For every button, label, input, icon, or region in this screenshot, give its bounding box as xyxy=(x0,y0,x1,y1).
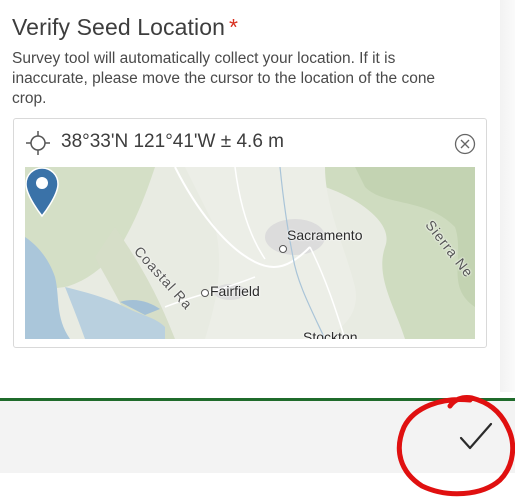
coordinates-row: 38°33'N 121°41'W ± 4.6 m xyxy=(14,119,486,165)
crosshair-icon[interactable] xyxy=(26,131,50,155)
map-background xyxy=(25,167,475,339)
question-title-text: Verify Seed Location xyxy=(12,14,225,40)
required-marker: * xyxy=(228,14,239,40)
coordinates-text: 38°33'N 121°41'W ± 4.6 m xyxy=(61,131,284,152)
map-label-sacramento: Sacramento xyxy=(287,227,363,243)
map-label-stockton: Stockton xyxy=(303,329,358,339)
question-title: Verify Seed Location * xyxy=(12,14,238,41)
fairfield-dot xyxy=(201,289,209,297)
question-card: Verify Seed Location * Survey tool will a… xyxy=(0,0,500,392)
sacramento-dot xyxy=(279,245,287,253)
footer-bar xyxy=(0,401,515,473)
map-label-fairfield: Fairfield xyxy=(210,283,260,299)
geopoint-field[interactable]: 38°33'N 121°41'W ± 4.6 m Sacramento Fair… xyxy=(13,118,487,348)
clear-location-icon[interactable] xyxy=(454,133,476,155)
map-pin-icon[interactable] xyxy=(25,167,59,217)
scroll-edge xyxy=(500,0,515,392)
location-map[interactable]: Sacramento Fairfield Stockton Coastal Ra… xyxy=(25,167,475,339)
checkmark-icon[interactable] xyxy=(458,420,494,454)
question-description: Survey tool will automatically collect y… xyxy=(12,50,436,107)
